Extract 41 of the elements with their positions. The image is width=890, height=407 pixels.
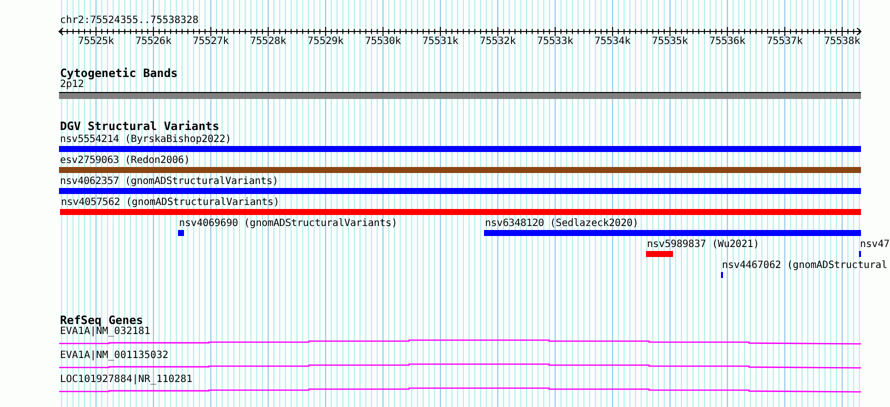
variant-bar[interactable] (484, 230, 861, 236)
tick-label: 75528k (250, 36, 286, 47)
tick-label: 75535k (652, 36, 688, 47)
tick-label: 75526k (135, 36, 172, 47)
variant-bar[interactable] (178, 230, 184, 236)
tick-label: 75529k (308, 36, 344, 47)
tick-label: 75538k (824, 36, 860, 47)
variant-label: nsv4062357 (gnomADStructuralVariants) (59, 176, 278, 187)
tick-label: 75531k (422, 36, 458, 47)
tick-label: 75525k (78, 36, 114, 47)
track-title: Cytogenetic Bands (59, 68, 179, 79)
variant-bar[interactable] (60, 209, 861, 215)
variant-label: nsv5989837 (Wu2021) (646, 239, 760, 250)
tick-label: 75532k (480, 36, 516, 47)
tick-label: 75530k (364, 36, 402, 47)
variant-label: nsv5554214 (ByrskaBishop2022) (59, 134, 232, 145)
track-title: RefSeq Genes (59, 315, 144, 326)
gene-line[interactable] (59, 339, 861, 345)
variant-label: nsv6348120 (Sedlazeck2020) (484, 218, 638, 229)
band-label: 2p12 (59, 79, 84, 90)
variant-bar[interactable] (646, 251, 673, 257)
gene-label: EVA1A|NM_032181 (59, 326, 150, 337)
region-label: chr2:75524355..75538328 (59, 15, 200, 26)
gene-label: EVA1A|NM_001135032 (59, 350, 168, 361)
tick-label: 75527k (192, 36, 229, 47)
tick-label: 75537k (766, 36, 803, 47)
track-title: DGV Structural Variants (59, 121, 220, 132)
gene-line[interactable] (59, 363, 861, 369)
variant-bar[interactable] (59, 167, 861, 173)
variant-label: nsv47 (859, 239, 890, 250)
variant-label: nsv4467062 (gnomADStructural (721, 260, 888, 271)
variant-bar[interactable] (59, 188, 861, 194)
variant-label: nsv4057562 (gnomADStructuralVariants) (60, 197, 280, 208)
variant-bar[interactable] (59, 146, 861, 152)
gene-label: LOC101927884|NR_110281 (59, 374, 192, 385)
tick-label: 75536k (709, 36, 746, 47)
tick-label: 75534k (594, 36, 631, 47)
variant-label: esv2759063 (Redon2006) (59, 155, 190, 166)
tick-label: 75533k (537, 36, 574, 47)
gene-line[interactable] (59, 387, 861, 393)
variant-label: nsv4069690 (gnomADStructuralVariants) (178, 218, 398, 229)
